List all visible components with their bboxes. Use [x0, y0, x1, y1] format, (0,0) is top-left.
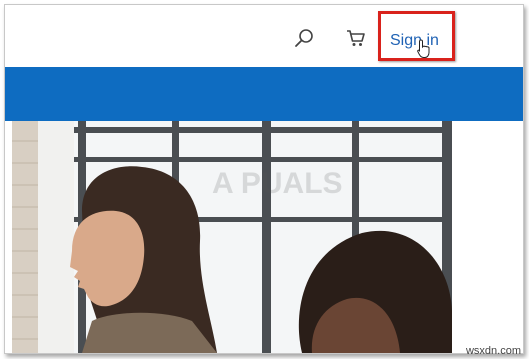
- watermark-text: wsxdn.com: [465, 345, 521, 357]
- browser-frame: Sign in A PUALS: [4, 4, 524, 354]
- site-header: Sign in: [5, 5, 523, 67]
- svg-text:A PUALS: A PUALS: [212, 167, 343, 200]
- search-icon: [295, 29, 313, 47]
- hero-banner-band: [5, 67, 523, 121]
- hand-cursor-icon: [417, 39, 430, 58]
- search-button[interactable]: [294, 27, 316, 49]
- signin-link[interactable]: Sign in: [390, 32, 439, 50]
- right-white-panel: [452, 121, 523, 353]
- cart-button[interactable]: [345, 27, 367, 49]
- hero-photo: A PUALS: [12, 121, 452, 353]
- cart-icon: [347, 30, 365, 46]
